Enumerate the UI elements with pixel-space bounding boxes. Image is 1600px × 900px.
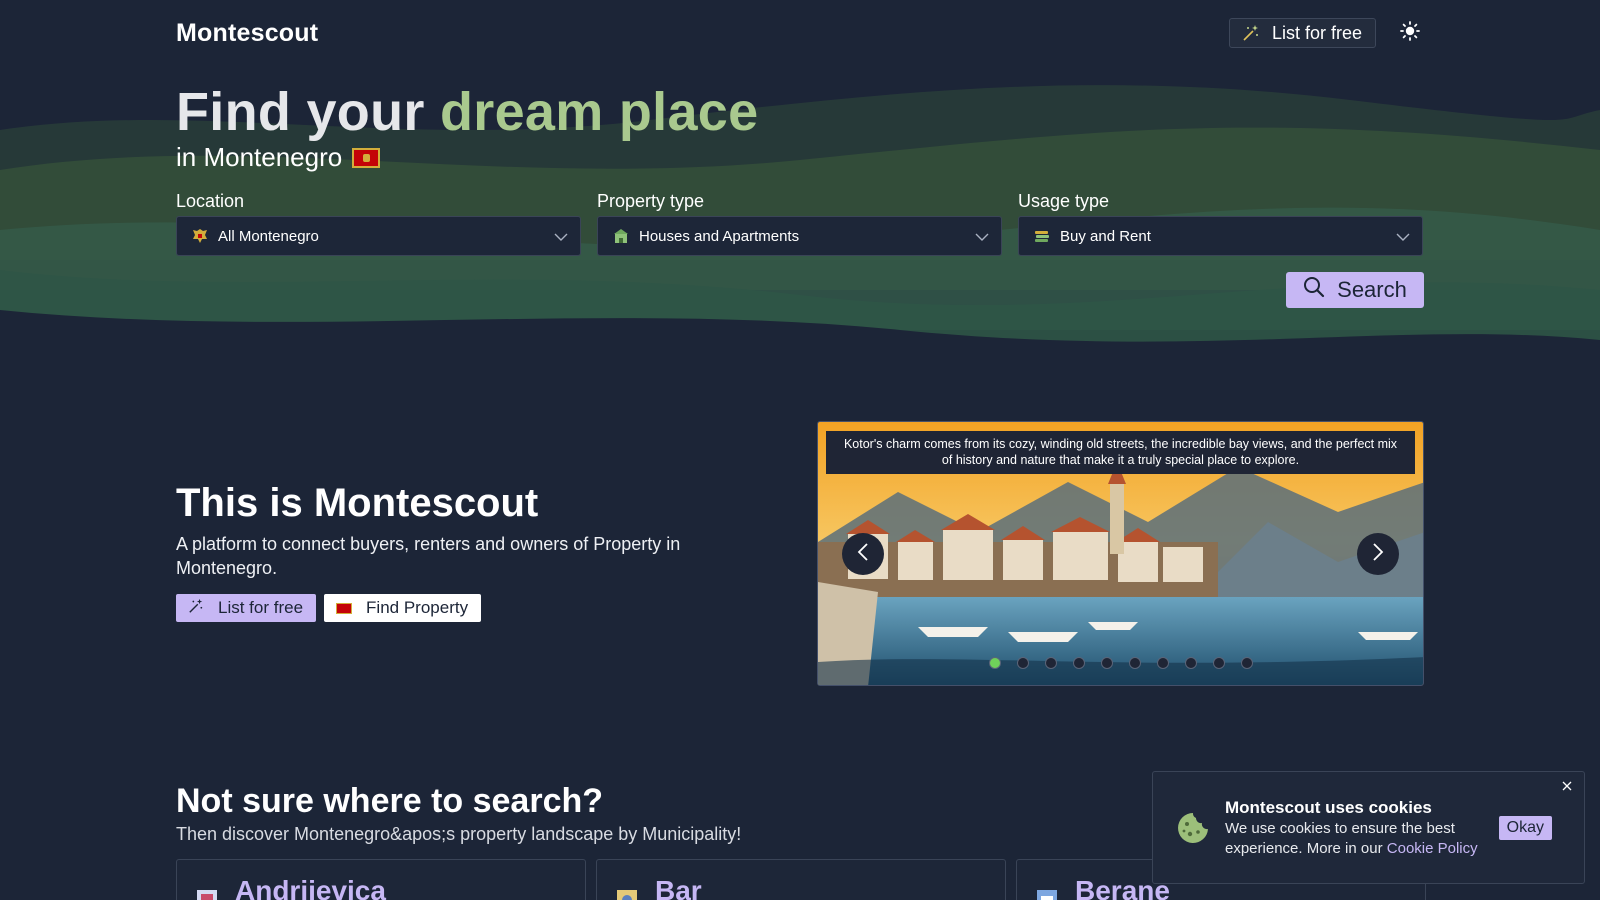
montenegro-flag-icon bbox=[336, 602, 353, 614]
hero-title-part2: dream place bbox=[440, 82, 759, 142]
search-icon bbox=[1303, 276, 1325, 304]
carousel-dot[interactable] bbox=[1128, 657, 1141, 669]
carousel-dot[interactable] bbox=[1156, 657, 1169, 669]
cookie-banner: Montescout uses cookies We use cookies t… bbox=[1152, 771, 1585, 884]
hero-title-part1: Find your bbox=[176, 82, 425, 142]
chevron-down-icon bbox=[1396, 228, 1410, 245]
cookie-text: Montescout uses cookies We use cookies t… bbox=[1225, 797, 1499, 859]
cookie-title: Montescout uses cookies bbox=[1225, 797, 1432, 817]
image-carousel[interactable]: Kotor's charm comes from its cozy, windi… bbox=[817, 421, 1424, 686]
hero-subtitle-text: in Montenegro bbox=[176, 142, 343, 172]
location-select[interactable]: All Montenegro bbox=[176, 216, 581, 256]
cookie-policy-link[interactable]: Cookie Policy bbox=[1387, 840, 1478, 857]
about-description: A platform to connect buyers, renters an… bbox=[176, 534, 681, 578]
search-button-label: Search bbox=[1337, 277, 1407, 302]
about-section: This is Montescout A platform to connect… bbox=[176, 478, 736, 622]
money-stack-icon bbox=[1033, 227, 1051, 245]
find-property-label: Find Property bbox=[366, 598, 469, 617]
cookie-body: We use cookies to ensure the best experi… bbox=[1225, 819, 1499, 859]
location-label: Location bbox=[176, 191, 245, 211]
carousel-dot[interactable] bbox=[1212, 657, 1225, 669]
header-list-for-free-button[interactable]: List for free bbox=[1228, 18, 1376, 48]
crest-icon bbox=[195, 888, 219, 900]
carousel-dot[interactable] bbox=[1016, 657, 1029, 669]
chevron-down-icon bbox=[975, 228, 989, 245]
chevron-right-icon bbox=[1372, 542, 1384, 567]
carousel-pagination bbox=[818, 657, 1423, 669]
about-title: This is Montescout bbox=[176, 481, 539, 525]
hero-title: Find your dream place bbox=[176, 80, 1424, 144]
carousel-dot[interactable] bbox=[1072, 657, 1085, 669]
hero-subtitle: in Montenegro bbox=[176, 142, 1424, 173]
sun-icon bbox=[1400, 20, 1420, 46]
theme-toggle-button[interactable] bbox=[1396, 19, 1424, 47]
municipality-name: Andrijevica bbox=[235, 875, 386, 900]
property-type-value: Houses and Apartments bbox=[639, 227, 800, 245]
list-for-free-button[interactable]: List for free bbox=[176, 594, 317, 622]
montenegro-flag-icon bbox=[352, 147, 381, 168]
usage-type-value: Buy and Rent bbox=[1060, 227, 1151, 245]
municipality-name: Bar bbox=[655, 875, 702, 900]
cookie-close-button[interactable] bbox=[1560, 780, 1574, 794]
site-logo[interactable]: Montescout bbox=[176, 19, 318, 48]
search-filters: Location All Montenegro Property type Ho… bbox=[176, 190, 1424, 308]
carousel-next-button[interactable] bbox=[1357, 533, 1399, 575]
carousel-dot[interactable] bbox=[1044, 657, 1057, 669]
find-property-button[interactable]: Find Property bbox=[324, 594, 482, 622]
location-filter: Location All Montenegro bbox=[176, 190, 581, 256]
building-icon bbox=[612, 227, 630, 245]
carousel-dot[interactable] bbox=[988, 657, 1001, 669]
cookie-okay-button[interactable]: Okay bbox=[1498, 815, 1552, 840]
carousel-dot[interactable] bbox=[1240, 657, 1253, 669]
carousel-dot[interactable] bbox=[1184, 657, 1197, 669]
carousel-prev-button[interactable] bbox=[842, 533, 884, 575]
list-for-free-label: List for free bbox=[218, 598, 304, 617]
property-type-label: Property type bbox=[597, 191, 705, 211]
usage-type-filter: Usage type Buy and Rent bbox=[1018, 190, 1423, 256]
crest-icon bbox=[1035, 888, 1059, 900]
chevron-down-icon bbox=[554, 228, 568, 245]
crest-icon bbox=[191, 227, 209, 245]
carousel-caption: Kotor's charm comes from its cozy, windi… bbox=[826, 431, 1415, 474]
chevron-left-icon bbox=[857, 542, 869, 567]
municipality-card-bar[interactable]: Bar bbox=[596, 859, 1006, 900]
magic-wand-icon bbox=[188, 598, 204, 619]
usage-type-label: Usage type bbox=[1018, 191, 1110, 211]
close-icon bbox=[1562, 778, 1572, 796]
header-list-for-free-label: List for free bbox=[1271, 22, 1362, 43]
hero-section: Find your dream place in Montenegro bbox=[176, 80, 1424, 173]
usage-type-select[interactable]: Buy and Rent bbox=[1018, 216, 1423, 256]
magic-wand-icon bbox=[1242, 24, 1260, 42]
header-actions: List for free bbox=[1228, 18, 1424, 48]
municipality-card-andrijevica[interactable]: Andrijevica bbox=[176, 859, 586, 900]
crest-icon bbox=[615, 888, 639, 900]
about-actions: List for free Find Property bbox=[176, 594, 736, 622]
location-value: All Montenegro bbox=[218, 227, 319, 245]
property-type-filter: Property type Houses and Apartments bbox=[597, 190, 1002, 256]
property-type-select[interactable]: Houses and Apartments bbox=[597, 216, 1002, 256]
cookie-icon bbox=[1175, 810, 1211, 846]
top-header: Montescout List for free bbox=[176, 14, 1424, 52]
carousel-dot[interactable] bbox=[1100, 657, 1113, 669]
search-button[interactable]: Search bbox=[1286, 272, 1424, 308]
